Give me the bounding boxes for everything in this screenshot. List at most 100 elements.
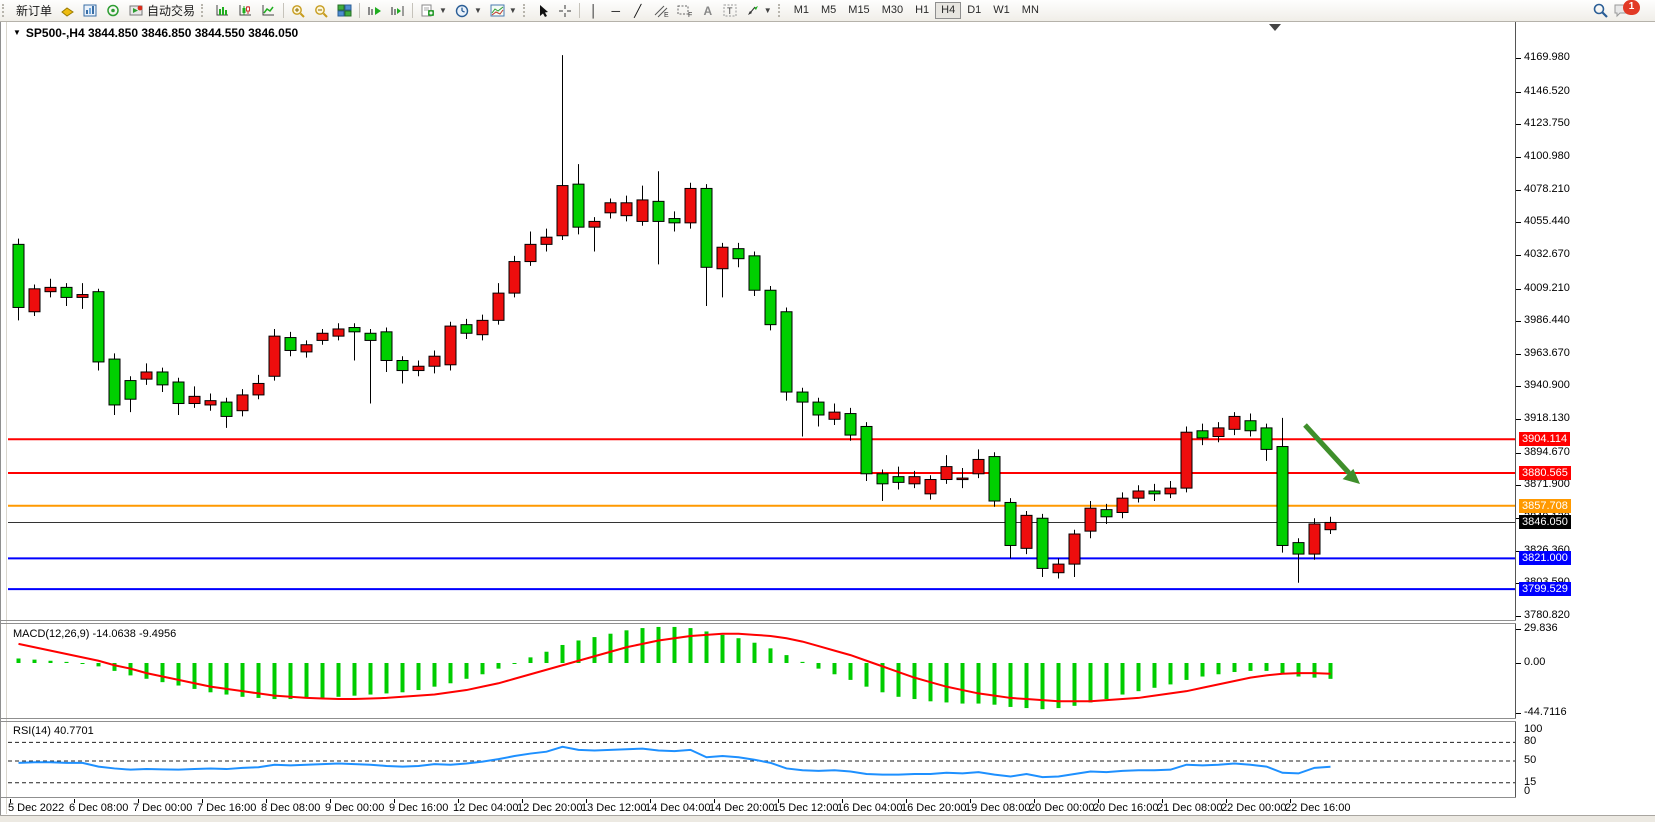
timeframe-m5[interactable]: M5 [815, 2, 842, 19]
tile-windows-button[interactable] [333, 1, 356, 20]
indicators-button[interactable]: ▼ [416, 1, 451, 20]
rsi-tick-label: 50 [1524, 754, 1536, 766]
timeframe-h1[interactable]: H1 [909, 2, 935, 19]
macd-pane[interactable] [8, 624, 1516, 718]
hline-price-tag[interactable]: 3821.000 [1519, 551, 1571, 565]
toolbar-grip[interactable] [2, 4, 8, 17]
time-axis-label: 9 Dec 16:00 [389, 802, 448, 814]
search-icon[interactable] [1592, 3, 1609, 19]
text-tool-button[interactable]: A [697, 1, 719, 20]
svg-text:T: T [727, 6, 733, 16]
price-tick-mark [1516, 255, 1521, 256]
price-tick-mark [1516, 453, 1521, 454]
zoom-out-button[interactable] [310, 1, 333, 20]
candlestick-mode-button[interactable] [234, 1, 257, 20]
price-chart-pane[interactable] [8, 22, 1516, 620]
price-tick-label: 3780.820 [1524, 609, 1570, 621]
pane-separator [0, 797, 1516, 798]
trendline-tool-button[interactable]: ╱ [627, 1, 649, 20]
arrows-tool-button[interactable]: ▼ [742, 1, 776, 20]
hline-price-tag[interactable]: 3904.114 [1519, 432, 1570, 446]
rsi-tick-label: 100 [1524, 723, 1542, 735]
text-label-tool-button[interactable]: T [719, 1, 742, 20]
toolbar-right-tools: 1 [1592, 3, 1655, 19]
price-tick-label: 3918.130 [1524, 412, 1570, 424]
timeframe-m15[interactable]: M15 [842, 2, 875, 19]
template-icon [490, 4, 505, 17]
toolbar-separator [359, 3, 360, 18]
timeframe-m30[interactable]: M30 [876, 2, 909, 19]
rsi-axis: 1008050150 [1516, 722, 1655, 797]
time-axis-label: 19 Dec 08:00 [965, 802, 1030, 814]
time-axis-label: 16 Dec 20:00 [901, 802, 966, 814]
macd-tick-label: 29.836 [1524, 622, 1558, 634]
crosshair-icon [558, 4, 572, 18]
chevron-down-icon: ▼ [509, 6, 517, 15]
fibonacci-tool-button[interactable]: E [649, 1, 673, 20]
new-order-button[interactable]: 新订单 [12, 1, 56, 20]
hline-price-tag[interactable]: 3799.529 [1519, 582, 1571, 596]
new-order-label: 新订单 [16, 2, 52, 19]
time-axis[interactable]: 5 Dec 20226 Dec 08:007 Dec 00:007 Dec 16… [8, 799, 1516, 814]
chart-shift-button[interactable] [386, 1, 409, 20]
price-tick-mark [1516, 58, 1521, 59]
vertical-line-tool-button[interactable]: │ [583, 1, 605, 20]
navigator-icon [106, 4, 121, 17]
hline-price-tag[interactable]: 3880.565 [1519, 466, 1571, 480]
navigator-button[interactable] [102, 1, 125, 20]
horizontal-line-tool-button[interactable]: ─ [605, 1, 627, 20]
data-window-button[interactable] [79, 1, 102, 20]
periods-button[interactable]: ▼ [451, 1, 486, 20]
collapse-triangle-icon[interactable]: ▼ [13, 28, 21, 37]
price-tick-label: 4100.980 [1524, 150, 1570, 162]
price-tick-label: 3986.440 [1524, 314, 1570, 326]
tile-windows-icon [337, 4, 352, 17]
timeframe-m1[interactable]: M1 [788, 2, 815, 19]
notifications-button[interactable]: 1 [1613, 3, 1647, 18]
toolbar-grip[interactable] [201, 4, 207, 17]
autotrading-button[interactable]: 自动交易 [125, 1, 199, 20]
line-chart-mode-button[interactable] [257, 1, 280, 20]
main-toolbar: 新订单 自动交易 [0, 0, 1655, 22]
toolbar-grip[interactable] [778, 4, 784, 17]
pane-separator[interactable] [0, 620, 1516, 621]
price-axis[interactable]: 4169.9804146.5204123.7504100.9804078.210… [1516, 22, 1655, 620]
price-tick-mark [1516, 92, 1521, 93]
templates-button[interactable]: ▼ [486, 1, 521, 20]
cursor-icon [537, 4, 550, 18]
pane-separator[interactable] [0, 718, 1516, 719]
timeframe-mn[interactable]: MN [1016, 2, 1045, 19]
chart-title-text: SP500-,H4 3844.850 3846.850 3844.550 384… [26, 26, 298, 40]
bar-chart-mode-button[interactable] [211, 1, 234, 20]
price-tick-mark [1516, 190, 1521, 191]
price-tick-label: 4055.440 [1524, 215, 1570, 227]
time-axis-label: 22 Dec 16:00 [1285, 802, 1350, 814]
timeframe-w1[interactable]: W1 [987, 2, 1016, 19]
time-axis-label: 20 Dec 00:00 [1029, 802, 1094, 814]
cursor-tool-button[interactable] [533, 1, 554, 20]
time-axis-label: 7 Dec 00:00 [133, 802, 192, 814]
price-tick-label: 3963.670 [1524, 347, 1570, 359]
auto-scroll-button[interactable] [363, 1, 386, 20]
time-axis-label: 12 Dec 20:00 [517, 802, 582, 814]
cycle-lines-tool-button[interactable]: F [673, 1, 697, 20]
vertical-line-icon: │ [587, 4, 601, 18]
timeframe-h4[interactable]: H4 [935, 2, 961, 19]
time-axis-label: 21 Dec 08:00 [1157, 802, 1222, 814]
svg-text:F: F [688, 12, 692, 18]
price-tick-label: 4123.750 [1524, 117, 1570, 129]
zoom-in-button[interactable] [287, 1, 310, 20]
chart-title: ▼ SP500-,H4 3844.850 3846.850 3844.550 3… [13, 26, 298, 40]
crosshair-tool-button[interactable] [554, 1, 576, 20]
bar-chart-icon [215, 4, 230, 17]
hline-price-tag[interactable]: 3857.708 [1519, 499, 1571, 513]
indicators-add-icon [420, 4, 435, 17]
toolbar-grip[interactable] [523, 4, 529, 17]
timeframe-d1[interactable]: D1 [961, 2, 987, 19]
gold-icon [60, 4, 75, 17]
trendline-icon: ╱ [631, 4, 645, 18]
time-axis-label: 9 Dec 00:00 [325, 802, 384, 814]
rsi-pane[interactable] [8, 722, 1516, 797]
price-tick-mark [1516, 321, 1521, 322]
market-watch-button[interactable] [56, 1, 79, 20]
